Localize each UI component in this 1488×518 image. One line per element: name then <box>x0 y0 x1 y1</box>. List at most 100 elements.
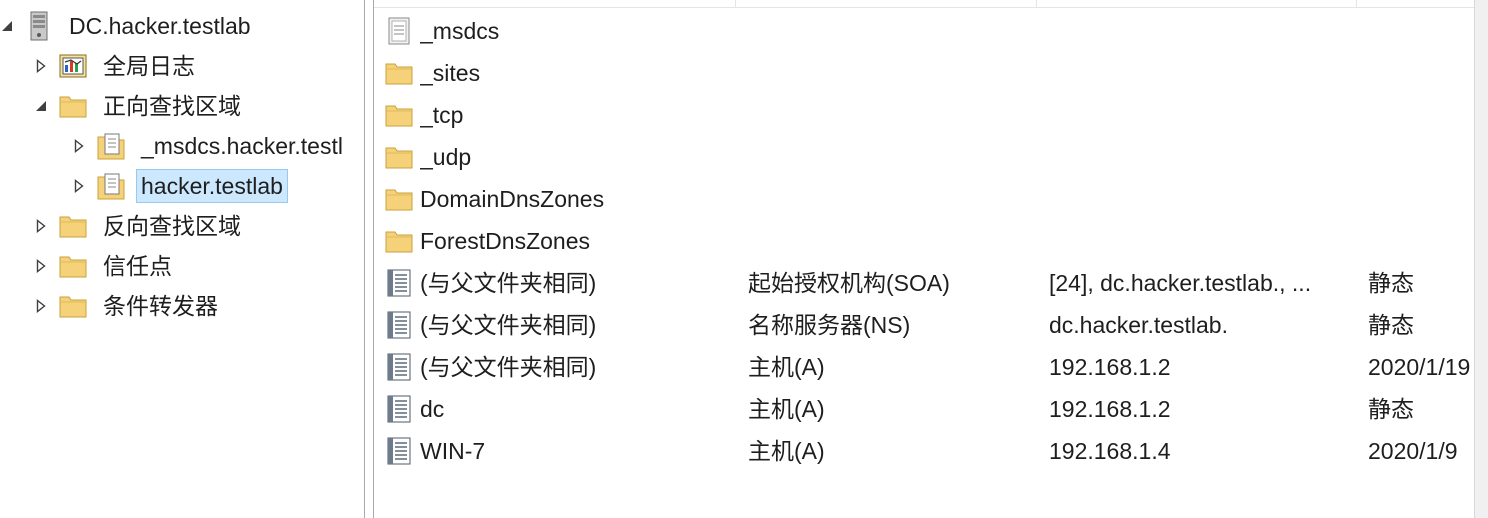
folder-icon <box>384 184 414 214</box>
record-data: [24], dc.hacker.testlab., ... <box>1049 270 1312 296</box>
record-name: WIN-7 <box>420 438 486 464</box>
record-type <box>748 94 1033 136</box>
record-type: 主机(A) <box>748 438 825 464</box>
collapse-arrow-icon[interactable] <box>0 19 14 33</box>
record-type <box>748 52 1033 94</box>
tree-label: _msdcs.hacker.testl <box>141 133 343 159</box>
tree-node-hacker-zone[interactable]: hacker.testlab <box>72 168 288 204</box>
tree-label: 条件转发器 <box>103 293 218 319</box>
list-item[interactable]: DomainDnsZones <box>374 178 1474 220</box>
record-type: 主机(A) <box>748 396 825 422</box>
tree-label: hacker.testlab <box>136 169 288 203</box>
event-log-icon <box>58 51 88 81</box>
record-timestamp <box>1368 94 1474 136</box>
list-item[interactable]: dc 主机(A) 192.168.1.2 静态 <box>374 388 1474 430</box>
record-type <box>748 10 1033 52</box>
folder-icon <box>58 91 88 121</box>
record-data <box>1049 94 1349 136</box>
record-timestamp <box>1368 220 1474 262</box>
record-type: 起始授权机构(SOA) <box>748 270 950 296</box>
folder-icon <box>384 142 414 172</box>
pane-splitter[interactable] <box>364 0 374 518</box>
record-name: (与父文件夹相同) <box>420 270 597 296</box>
records-list: _msdcs _sites _tcp _udp DomainDnsZones Forest… <box>374 0 1474 518</box>
list-item[interactable]: _sites <box>374 52 1474 94</box>
record-timestamp: 2020/1/9 <box>1368 438 1458 464</box>
expand-arrow-icon[interactable] <box>34 299 48 313</box>
record-icon <box>384 268 414 298</box>
column-header-name[interactable] <box>374 0 736 8</box>
tree-node-forward-zones[interactable]: 正向查找区域 <box>34 88 246 124</box>
record-name: _udp <box>420 144 472 170</box>
record-data <box>1049 52 1349 94</box>
record-timestamp: 2020/1/19 <box>1368 354 1471 380</box>
tree-node-conditional-forwarders[interactable]: 条件转发器 <box>34 288 223 324</box>
tree-node-msdcs-zone[interactable]: _msdcs.hacker.testl <box>72 128 348 164</box>
record-data: 192.168.1.2 <box>1049 396 1171 422</box>
folder-icon <box>58 251 88 281</box>
record-name: (与父文件夹相同) <box>420 312 597 338</box>
collapse-arrow-icon[interactable] <box>34 99 48 113</box>
zone-file-icon <box>384 16 414 46</box>
list-item[interactable]: WIN-7 主机(A) 192.168.1.4 2020/1/9 <box>374 430 1474 472</box>
tree-node-global-logs[interactable]: 全局日志 <box>34 48 200 84</box>
record-data: 192.168.1.4 <box>1049 438 1171 464</box>
expand-arrow-icon[interactable] <box>72 139 86 153</box>
expand-arrow-icon[interactable] <box>34 219 48 233</box>
column-header-data[interactable] <box>1037 0 1357 8</box>
folder-icon <box>384 100 414 130</box>
record-type <box>748 136 1033 178</box>
list-item[interactable]: (与父文件夹相同) 名称服务器(NS) dc.hacker.testlab. 静态 <box>374 304 1474 346</box>
tree-node-server[interactable]: DC.hacker.testlab <box>0 8 256 44</box>
record-data <box>1049 10 1349 52</box>
tree-label: DC.hacker.testlab <box>69 13 251 39</box>
column-header-type[interactable] <box>736 0 1037 8</box>
record-icon <box>384 436 414 466</box>
record-name: _msdcs <box>420 18 500 44</box>
zone-file-icon <box>96 131 126 161</box>
tree-label: 全局日志 <box>103 53 195 79</box>
record-name: DomainDnsZones <box>420 186 605 212</box>
record-icon <box>384 394 414 424</box>
expand-arrow-icon[interactable] <box>34 59 48 73</box>
column-header-timestamp[interactable] <box>1357 0 1474 8</box>
list-item[interactable]: ForestDnsZones <box>374 220 1474 262</box>
record-data: dc.hacker.testlab. <box>1049 312 1228 338</box>
record-data <box>1049 136 1349 178</box>
tree-node-reverse-zones[interactable]: 反向查找区域 <box>34 208 246 244</box>
list-item[interactable]: _udp <box>374 136 1474 178</box>
record-data <box>1049 178 1349 220</box>
record-data <box>1049 220 1349 262</box>
server-icon <box>24 11 54 41</box>
list-item[interactable]: _tcp <box>374 94 1474 136</box>
list-item[interactable]: _msdcs <box>374 10 1474 52</box>
record-icon <box>384 352 414 382</box>
record-name: _sites <box>420 60 481 86</box>
expand-arrow-icon[interactable] <box>72 179 86 193</box>
list-item[interactable]: (与父文件夹相同) 主机(A) 192.168.1.2 2020/1/19 <box>374 346 1474 388</box>
folder-icon <box>58 291 88 321</box>
record-name: _tcp <box>420 102 464 128</box>
record-timestamp: 静态 <box>1368 396 1414 422</box>
tree-label: 反向查找区域 <box>103 213 241 239</box>
record-timestamp: 静态 <box>1368 270 1414 296</box>
record-icon <box>384 310 414 340</box>
record-name: (与父文件夹相同) <box>420 354 597 380</box>
record-name: ForestDnsZones <box>420 228 591 254</box>
record-data: 192.168.1.2 <box>1049 354 1171 380</box>
folder-icon <box>384 226 414 256</box>
record-timestamp: 静态 <box>1368 312 1414 338</box>
record-timestamp <box>1368 136 1474 178</box>
zone-file-icon <box>96 171 126 201</box>
record-timestamp <box>1368 10 1474 52</box>
vertical-scrollbar[interactable] <box>1474 0 1488 518</box>
record-type: 主机(A) <box>748 354 825 380</box>
record-name: dc <box>420 396 445 422</box>
expand-arrow-icon[interactable] <box>34 259 48 273</box>
list-item[interactable]: (与父文件夹相同) 起始授权机构(SOA) [24], dc.hacker.test… <box>374 262 1474 304</box>
record-timestamp <box>1368 52 1474 94</box>
console-tree: DC.hacker.testlab 全局日志 正向查找区域 _msdcs.hac… <box>0 0 364 518</box>
record-type: 名称服务器(NS) <box>748 312 911 338</box>
tree-node-trust-points[interactable]: 信任点 <box>34 248 177 284</box>
record-type <box>748 178 1033 220</box>
